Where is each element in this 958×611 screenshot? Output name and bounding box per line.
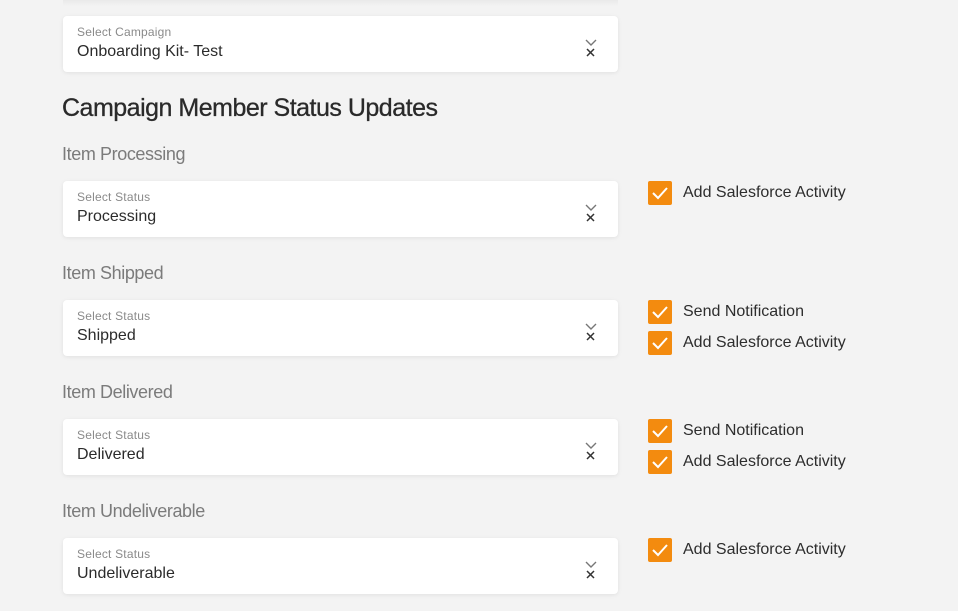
- status-select-controls[interactable]: [584, 442, 600, 462]
- campaign-select[interactable]: Select Campaign Onboarding Kit- Test: [63, 16, 618, 72]
- checkbox[interactable]: [648, 181, 672, 205]
- checkbox-delivered-salesforce-activity[interactable]: Add Salesforce Activity: [648, 450, 846, 474]
- status-select-processing[interactable]: Select Status Processing: [63, 181, 618, 237]
- campaign-select-value: Onboarding Kit- Test: [77, 43, 223, 60]
- clear-x-icon[interactable]: [586, 451, 595, 460]
- status-select-shipped[interactable]: Select Status Shipped: [63, 300, 618, 356]
- status-select-undeliverable[interactable]: Select Status Undeliverable: [63, 538, 618, 594]
- status-select-value: Processing: [77, 208, 157, 225]
- checkbox-processing-salesforce-activity[interactable]: Add Salesforce Activity: [648, 181, 846, 205]
- status-select-value: Delivered: [77, 446, 145, 463]
- chevron-down-icon[interactable]: [585, 561, 597, 569]
- checkbox-undeliverable-salesforce-activity[interactable]: Add Salesforce Activity: [648, 538, 846, 562]
- checkbox[interactable]: [648, 300, 672, 324]
- chevron-down-icon[interactable]: [585, 204, 597, 212]
- chevron-down-icon[interactable]: [585, 323, 597, 331]
- previous-card-edge: [63, 0, 618, 6]
- status-select-delivered[interactable]: Select Status Delivered: [63, 419, 618, 475]
- chevron-down-icon[interactable]: [585, 39, 597, 47]
- checkbox-label: Add Salesforce Activity: [683, 334, 846, 351]
- checkbox-label: Send Notification: [683, 303, 804, 320]
- checkbox[interactable]: [648, 419, 672, 443]
- campaign-select-label: Select Campaign: [77, 25, 172, 39]
- checkbox-shipped-salesforce-activity[interactable]: Add Salesforce Activity: [648, 331, 846, 355]
- status-select-controls[interactable]: [584, 561, 600, 581]
- checkbox-label: Add Salesforce Activity: [683, 184, 846, 201]
- checkmark-icon: [652, 306, 668, 319]
- status-select-controls[interactable]: [584, 323, 600, 343]
- group-title-shipped: Item Shipped: [62, 263, 164, 283]
- status-select-label: Select Status: [77, 547, 151, 561]
- group-title-processing: Item Processing: [62, 144, 186, 164]
- checkbox-shipped-send-notification[interactable]: Send Notification: [648, 300, 804, 324]
- checkmark-icon: [652, 544, 668, 557]
- clear-x-icon[interactable]: [586, 48, 595, 57]
- checkmark-icon: [652, 456, 668, 469]
- checkmark-icon: [652, 425, 668, 438]
- checkbox[interactable]: [648, 331, 672, 355]
- checkbox[interactable]: [648, 538, 672, 562]
- clear-x-icon[interactable]: [586, 332, 595, 341]
- chevron-down-icon[interactable]: [585, 442, 597, 450]
- checkbox-label: Add Salesforce Activity: [683, 453, 846, 470]
- status-select-label: Select Status: [77, 309, 151, 323]
- status-select-value: Undeliverable: [77, 565, 175, 582]
- clear-x-icon[interactable]: [586, 570, 595, 579]
- checkmark-icon: [652, 187, 668, 200]
- checkbox-label: Add Salesforce Activity: [683, 541, 846, 558]
- group-title-undeliverable: Item Undeliverable: [62, 501, 205, 521]
- status-select-value: Shipped: [77, 327, 136, 344]
- checkmark-icon: [652, 337, 668, 350]
- checkbox-delivered-send-notification[interactable]: Send Notification: [648, 419, 804, 443]
- group-title-delivered: Item Delivered: [62, 382, 173, 402]
- status-select-label: Select Status: [77, 428, 151, 442]
- status-select-label: Select Status: [77, 190, 151, 204]
- section-title: Campaign Member Status Updates: [62, 94, 438, 122]
- campaign-select-controls[interactable]: [584, 39, 600, 59]
- checkbox-label: Send Notification: [683, 422, 804, 439]
- clear-x-icon[interactable]: [586, 213, 595, 222]
- checkbox[interactable]: [648, 450, 672, 474]
- status-select-controls[interactable]: [584, 204, 600, 224]
